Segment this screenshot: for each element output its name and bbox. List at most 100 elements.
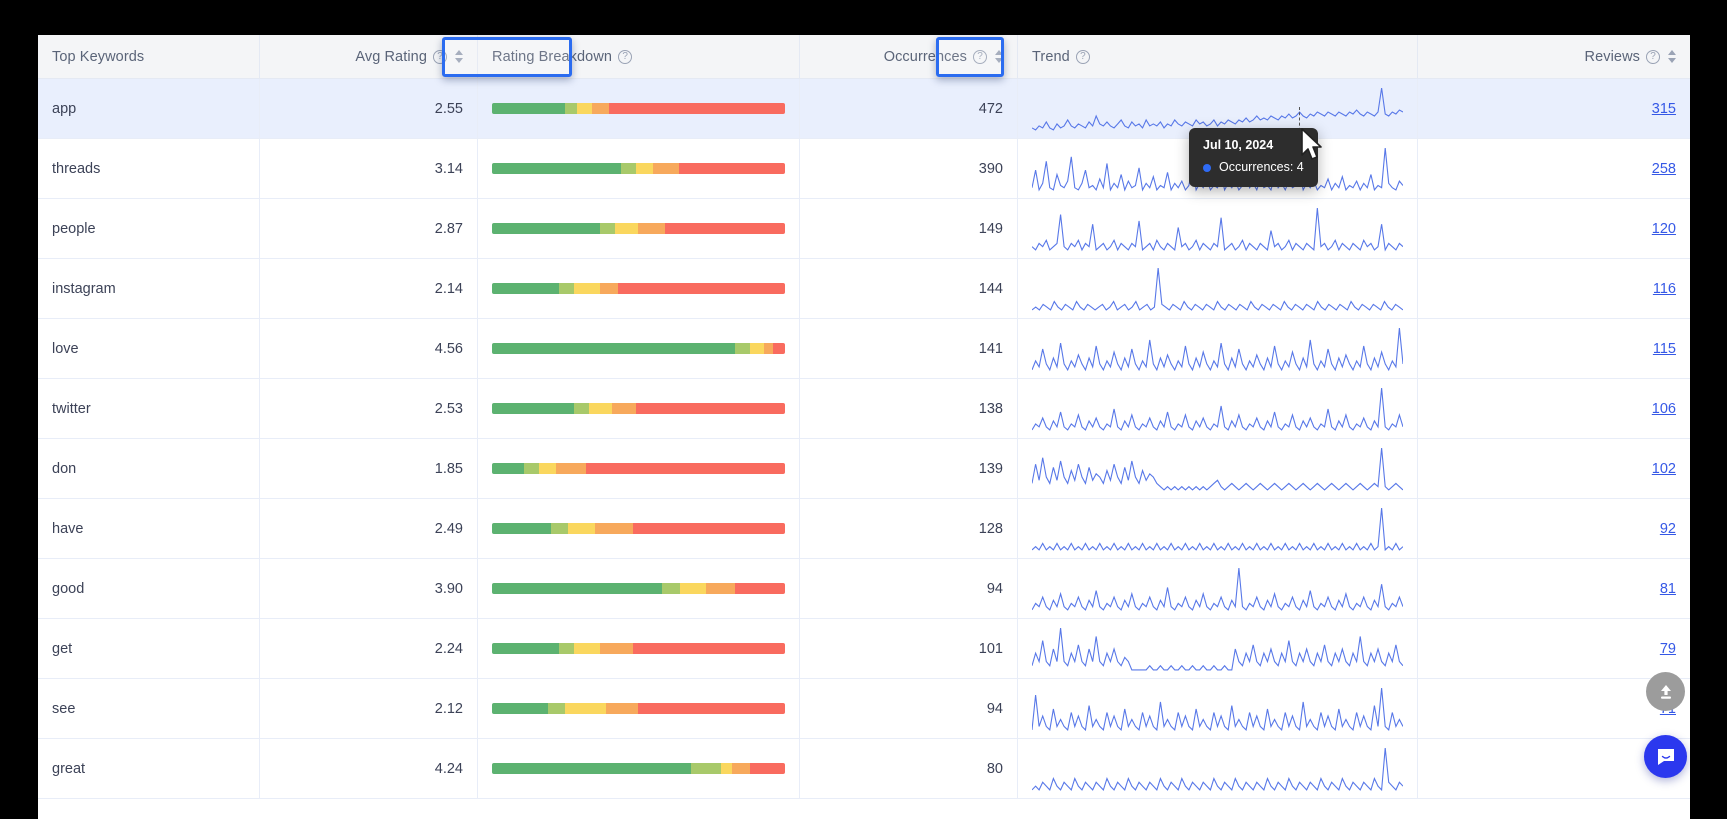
chat-bubble-icon: [1657, 748, 1674, 765]
cell-rating-breakdown: [478, 559, 800, 618]
keywords-table-panel: Top Keywords Avg Rating Rating Breakdown…: [38, 35, 1690, 819]
reviews-link[interactable]: 258: [1652, 161, 1676, 177]
reviews-link[interactable]: 120: [1652, 221, 1676, 237]
reviews-link[interactable]: 79: [1660, 641, 1676, 657]
cell-rating-breakdown: [478, 319, 800, 378]
rating-segment-2: [600, 643, 633, 654]
table-row[interactable]: see2.129471: [38, 679, 1690, 739]
cell-trend[interactable]: [1018, 619, 1418, 678]
cell-keyword[interactable]: instagram: [38, 259, 260, 318]
cell-trend[interactable]: [1018, 679, 1418, 738]
cell-occurrences: 94: [800, 679, 1018, 738]
rating-segment-1: [679, 163, 785, 174]
rating-segment-5: [492, 283, 560, 294]
column-header-trend[interactable]: Trend: [1018, 35, 1418, 78]
reviews-link[interactable]: 106: [1652, 401, 1676, 417]
cell-trend[interactable]: [1018, 499, 1418, 558]
rating-segment-5: [492, 163, 621, 174]
rating-segment-3: [635, 163, 654, 174]
cell-reviews: 258: [1418, 139, 1690, 198]
reviews-link[interactable]: 116: [1653, 281, 1676, 297]
rating-segment-5: [492, 523, 551, 534]
reviews-link[interactable]: 115: [1653, 341, 1676, 357]
chat-launcher-button[interactable]: [1644, 735, 1687, 778]
table-row[interactable]: app 2.55 472 315: [38, 79, 1690, 139]
rating-segment-2: [612, 403, 636, 414]
scroll-to-top-icon: [1660, 684, 1671, 699]
table-row[interactable]: get 2.24 101 79: [38, 619, 1690, 679]
help-icon[interactable]: [973, 49, 987, 64]
rating-segment-5: [492, 583, 662, 594]
rating-segment-2: [591, 103, 610, 114]
column-header-top-keywords[interactable]: Top Keywords: [38, 35, 260, 78]
table-row[interactable]: instagram 2.14 144 116: [38, 259, 1690, 319]
cell-avg-rating: 4.24: [260, 739, 478, 798]
column-header-rating-breakdown[interactable]: Rating Breakdown: [478, 35, 800, 78]
help-icon[interactable]: [1075, 49, 1090, 64]
cell-avg-rating: 3.14: [260, 139, 478, 198]
table-row[interactable]: great4.248071: [38, 739, 1690, 799]
help-icon[interactable]: [433, 49, 447, 64]
column-header-avg-rating[interactable]: Avg Rating: [260, 35, 478, 78]
cell-occurrences: 472: [800, 79, 1018, 138]
cell-keyword[interactable]: don: [38, 439, 260, 498]
cell-keyword[interactable]: threads: [38, 139, 260, 198]
cell-rating-breakdown: [478, 619, 800, 678]
cell-keyword[interactable]: love: [38, 319, 260, 378]
column-header-label: Avg Rating: [355, 48, 427, 65]
table-header-row: Top Keywords Avg Rating Rating Breakdown…: [38, 35, 1690, 79]
rating-segment-1: [609, 103, 785, 114]
cell-keyword[interactable]: good: [38, 559, 260, 618]
cell-trend[interactable]: [1018, 259, 1418, 318]
help-icon[interactable]: [1646, 49, 1660, 64]
column-header-occurrences[interactable]: Occurrences: [800, 35, 1018, 78]
cell-keyword[interactable]: people: [38, 199, 260, 258]
table-row[interactable]: twitter 2.53 138 106: [38, 379, 1690, 439]
cell-keyword[interactable]: great: [38, 739, 260, 798]
cell-keyword[interactable]: see: [38, 679, 260, 738]
cell-keyword[interactable]: get: [38, 619, 260, 678]
cell-rating-breakdown: [478, 679, 800, 738]
sort-toggle-occurrences[interactable]: [995, 50, 1003, 63]
cell-keyword[interactable]: twitter: [38, 379, 260, 438]
table-row[interactable]: threads 3.14 390 258: [38, 139, 1690, 199]
cell-occurrences: 80: [800, 739, 1018, 798]
cell-trend[interactable]: [1018, 379, 1418, 438]
sort-toggle-reviews[interactable]: [1668, 50, 1676, 63]
cell-avg-rating: 2.14: [260, 259, 478, 318]
help-icon[interactable]: [618, 49, 633, 64]
cell-occurrences: 139: [800, 439, 1018, 498]
cell-trend[interactable]: [1018, 199, 1418, 258]
reviews-link[interactable]: 102: [1652, 461, 1676, 477]
rating-segment-3: [720, 763, 733, 774]
scroll-to-top-button[interactable]: [1646, 672, 1685, 711]
reviews-link[interactable]: 315: [1652, 101, 1676, 117]
table-row[interactable]: people 2.87 149 120: [38, 199, 1690, 259]
tooltip-date: Jul 10, 2024: [1203, 138, 1274, 152]
rating-breakdown-bar: [492, 523, 785, 534]
trend-sparkline: [1032, 266, 1403, 312]
cell-avg-rating: 2.49: [260, 499, 478, 558]
rating-segment-1: [735, 583, 785, 594]
reviews-link[interactable]: 81: [1660, 581, 1676, 597]
rating-segment-1: [585, 463, 785, 474]
trend-sparkline: [1032, 86, 1403, 132]
cell-trend[interactable]: [1018, 559, 1418, 618]
trend-sparkline: [1032, 326, 1403, 372]
rating-segment-3: [615, 223, 639, 234]
table-row[interactable]: don 1.85 139 102: [38, 439, 1690, 499]
table-row[interactable]: good 3.90 94 81: [38, 559, 1690, 619]
cell-keyword[interactable]: app: [38, 79, 260, 138]
cell-trend[interactable]: [1018, 439, 1418, 498]
cell-rating-breakdown: [478, 259, 800, 318]
table-row[interactable]: love 4.56 141 115: [38, 319, 1690, 379]
column-header-reviews[interactable]: Reviews: [1418, 35, 1690, 78]
cell-trend[interactable]: [1018, 319, 1418, 378]
reviews-link[interactable]: 92: [1660, 521, 1676, 537]
table-row[interactable]: have 2.49 128 92: [38, 499, 1690, 559]
sort-toggle-avg-rating[interactable]: [455, 50, 463, 63]
rating-segment-5: [492, 343, 736, 354]
rating-segment-3: [565, 703, 607, 714]
cell-trend[interactable]: [1018, 739, 1418, 798]
cell-keyword[interactable]: have: [38, 499, 260, 558]
